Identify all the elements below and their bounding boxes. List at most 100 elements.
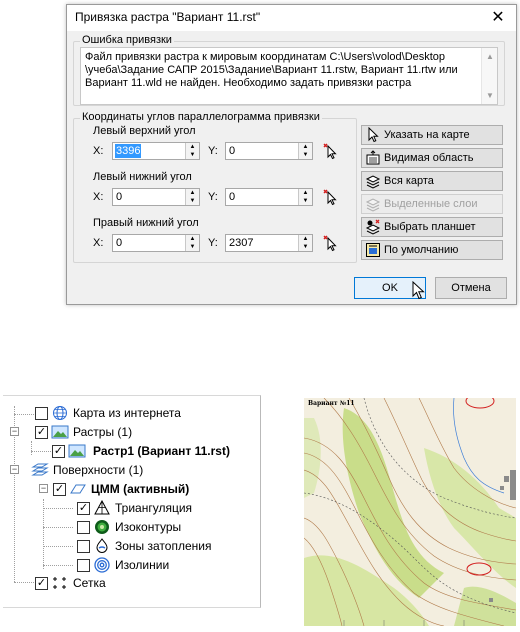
collapse-icon[interactable]: − [10,427,19,436]
raster-image-icon [51,425,69,439]
pick-point-icon[interactable] [322,234,340,252]
dialog-titlebar: Привязка растра "Вариант 11.rst" ✕ [67,5,516,31]
isocontours-label: Изоконтуры [115,520,182,534]
sheet-select-icon [365,219,381,235]
x-label: X: [93,191,104,203]
cursor-arrow-icon [368,127,379,143]
isolines-checkbox[interactable] [77,559,90,572]
grid-label: Сетка [73,576,106,590]
top-left-y-spinner[interactable]: ▲ ▼ [298,143,312,159]
bottom-right-y-input[interactable]: 2307 ▲ ▼ [225,234,313,252]
whole-map-label: Вся карта [384,175,434,187]
triangulation-label: Триангуляция [115,501,193,515]
error-message: Файл привязки растра к мировым координат… [85,51,458,89]
tree-item-surfaces[interactable]: − Поверхности (1) [3,461,261,479]
y-label: Y: [208,145,218,157]
scroll-down-icon[interactable]: ▼ [482,89,497,102]
bottom-left-y-spinner[interactable]: ▲ ▼ [298,189,312,205]
pick-point-icon[interactable] [322,188,340,206]
grid-crosses-icon [53,577,66,589]
error-scrollbar[interactable]: ▲ ▼ [481,48,497,104]
choose-sheet-button[interactable]: Выбрать планшет [361,217,503,237]
default-extent-icon [366,243,380,257]
visible-area-button[interactable]: Видимая область [361,148,503,168]
collapse-icon[interactable]: − [10,465,19,474]
coords-group-legend: Координаты углов параллелограмма привязк… [80,111,322,123]
bottom-left-x-input[interactable]: 0 ▲ ▼ [112,188,200,206]
top-left-x-spinner[interactable]: ▲ ▼ [185,143,199,159]
tree-item-rasters[interactable]: − ✓ Растры (1) [3,423,261,441]
selected-layers-label: Выделенные слои [384,198,478,210]
tree-item-isolines[interactable]: Изолинии [3,556,261,574]
tree-item-grid[interactable]: ✓ Сетка [3,574,261,592]
mouse-pointer-icon [412,281,425,300]
raster1-checkbox[interactable]: ✓ [52,445,65,458]
layers-stack-icon [365,198,381,212]
bottom-right-x-value: 0 [116,237,123,249]
y-label: Y: [208,191,218,203]
dialog-title: Привязка растра "Вариант 11.rst" [75,10,261,24]
dtm-checkbox[interactable]: ✓ [53,483,66,496]
tree-connector [43,565,73,566]
isocontours-checkbox[interactable] [77,521,90,534]
dtm-surface-icon [70,484,86,494]
bottom-left-x-spinner[interactable]: ▲ ▼ [185,189,199,205]
isolines-icon [94,557,110,573]
coords-group: Координаты углов параллелограмма привязк… [73,111,357,263]
isocontours-icon [95,520,109,534]
collapse-icon[interactable]: − [39,484,48,493]
top-left-label: Левый верхний угол [93,125,196,137]
flood-zones-icon [96,538,108,553]
pick-on-map-button[interactable]: Указать на карте [361,125,503,145]
tree-item-flood-zones[interactable]: Зоны затопления [3,537,261,555]
cancel-button[interactable]: Отмена [435,277,507,299]
default-label: По умолчанию [384,244,459,256]
tree-connector [43,527,73,528]
raster-map-preview[interactable]: Вариант №11 [304,398,516,626]
tree-connector [43,508,73,509]
y-label: Y: [208,237,218,249]
whole-map-button[interactable]: Вся карта [361,171,503,191]
selected-layers-button[interactable]: Выделенные слои [361,194,503,214]
triangulation-icon [94,500,110,515]
scroll-up-icon[interactable]: ▲ [482,50,497,63]
visible-area-label: Видимая область [384,152,474,164]
tree-connector [31,451,51,452]
surfaces-label: Поверхности (1) [53,463,144,477]
bottom-right-label: Правый нижний угол [93,217,199,229]
layers-stack-icon [365,175,381,189]
raster-binding-dialog: Привязка растра "Вариант 11.rst" ✕ Ошибк… [66,4,517,305]
bottom-right-x-input[interactable]: 0 ▲ ▼ [112,234,200,252]
triangulation-checkbox[interactable]: ✓ [77,502,90,515]
flood-zones-checkbox[interactable] [77,540,90,553]
tree-item-isocontours[interactable]: Изоконтуры [3,518,261,536]
top-left-y-value: 0 [229,145,236,157]
top-left-y-input[interactable]: 0 ▲ ▼ [225,142,313,160]
grid-checkbox[interactable]: ✓ [35,577,48,590]
top-left-x-input[interactable]: 3396 ▲ ▼ [112,142,200,160]
close-icon[interactable]: ✕ [488,8,508,28]
bottom-left-y-input[interactable]: 0 ▲ ▼ [225,188,313,206]
tree-item-raster1[interactable]: ✓ Растр1 (Вариант 11.rst) [3,442,261,460]
x-label: X: [93,145,104,157]
error-message-box[interactable]: Файл привязки растра к мировым координат… [80,47,498,105]
bottom-right-y-value: 2307 [229,237,254,249]
bottom-right-x-spinner[interactable]: ▲ ▼ [185,235,199,251]
topographic-map-image [304,398,516,626]
error-group: Ошибка привязки Файл привязки растра к м… [73,34,505,106]
tree-item-triangulation[interactable]: ✓ Триангуляция [3,499,261,517]
bottom-left-y-value: 0 [229,191,236,203]
pick-point-icon[interactable] [322,142,340,160]
internet-map-checkbox[interactable] [35,407,48,420]
dtm-label: ЦММ (активный) [91,482,190,496]
top-left-x-value: 3396 [115,144,142,158]
tree-item-internet-map[interactable]: Карта из интернета [3,404,261,422]
bottom-right-y-spinner[interactable]: ▲ ▼ [298,235,312,251]
rasters-label: Растры (1) [73,425,133,439]
raster-image-icon [68,444,86,458]
default-button[interactable]: По умолчанию [361,240,503,260]
tree-item-dtm[interactable]: − ✓ ЦММ (активный) [3,480,261,498]
bottom-left-x-value: 0 [116,191,123,203]
rasters-checkbox[interactable]: ✓ [35,426,48,439]
pick-on-map-label: Указать на карте [384,129,470,141]
